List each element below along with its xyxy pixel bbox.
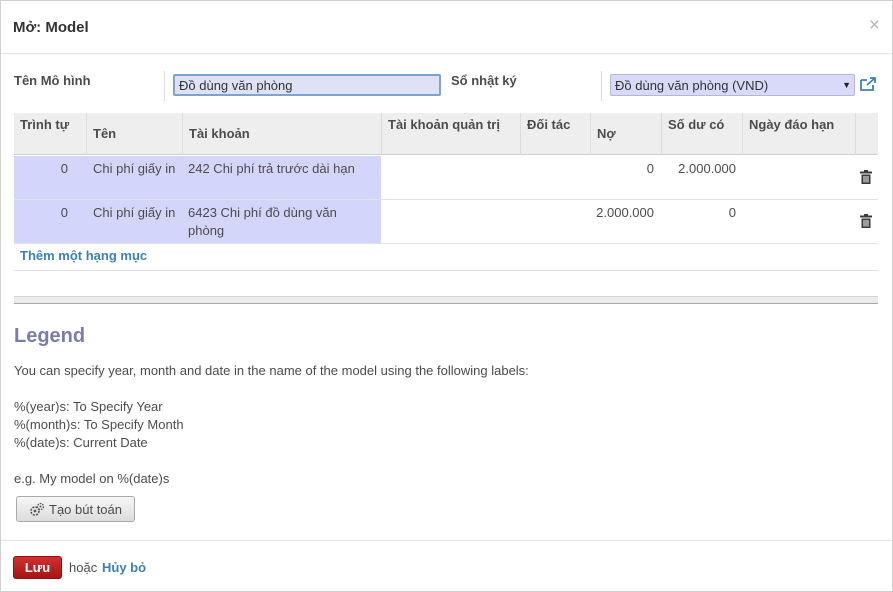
cell-name: Chi phí giấy in [93, 161, 176, 176]
legend-example: e.g. My model on %(date)s [14, 471, 170, 486]
col-header-partner[interactable]: Đối tác [520, 113, 590, 155]
trash-icon[interactable] [860, 214, 872, 228]
table-row[interactable]: 0 Chi phí giấy in 242 Chi phí trả trước … [14, 156, 878, 200]
col-header-account[interactable]: Tài khoản [182, 113, 381, 155]
gears-icon [30, 502, 45, 516]
grid-header: Trình tự Tên Tài khoản Tài khoản quản tr… [14, 113, 878, 155]
legend-intro: You can specify year, month and date in … [14, 363, 529, 378]
col-header-debit[interactable]: Nợ [590, 113, 661, 155]
model-form-row: Tên Mô hình Sổ nhật ký Đồ dùng văn phòng… [14, 71, 878, 101]
journal-label: Sổ nhật ký [451, 73, 517, 88]
external-link-icon[interactable] [859, 76, 877, 92]
save-button[interactable]: Lưu [13, 556, 62, 579]
legend-date: %(date)s: Current Date [14, 435, 148, 450]
legend-month: %(month)s: To Specify Month [14, 417, 184, 432]
divider [14, 270, 878, 271]
cell-name: Chi phí giấy in [93, 205, 176, 220]
cancel-link[interactable]: Hủy bỏ [102, 560, 146, 575]
chevron-down-icon: ▼ [842, 80, 851, 90]
dialog-title: Mở: Model [13, 19, 89, 36]
cell-sequence: 0 [60, 205, 68, 220]
cell-sequence: 0 [60, 161, 68, 176]
cell-debit: 0 [646, 161, 654, 176]
legend-year: %(year)s: To Specify Year [14, 399, 163, 414]
table-row[interactable]: 0 Chi phí giấy in 6423 Chi phí đồ dùng v… [14, 200, 878, 244]
legend-title: Legend [14, 325, 86, 347]
cell-debit: 2.000.000 [596, 205, 654, 220]
model-name-label: Tên Mô hình [14, 73, 91, 88]
create-entries-button[interactable]: Tạo bút toán [16, 496, 135, 522]
journal-select-value: Đồ dùng văn phòng (VND) [615, 78, 769, 93]
create-entries-label: Tạo bút toán [49, 502, 122, 517]
col-header-name[interactable]: Tên [86, 113, 182, 155]
divider [164, 71, 165, 101]
col-header-maturity[interactable]: Ngày đáo hạn [742, 113, 855, 155]
journal-select[interactable]: Đồ dùng văn phòng (VND) ▼ [610, 74, 855, 96]
trash-icon[interactable] [860, 170, 872, 184]
col-header-sequence[interactable]: Trình tự [14, 113, 86, 155]
cell-credit: 2.000.000 [678, 161, 736, 176]
close-icon[interactable]: × [869, 16, 880, 35]
or-text: hoặc [69, 560, 98, 575]
add-line-link[interactable]: Thêm một hạng mục [20, 248, 147, 263]
section-separator [14, 296, 878, 304]
cell-credit: 0 [728, 205, 736, 220]
model-name-input[interactable] [173, 74, 441, 96]
col-header-credit[interactable]: Số dư có [661, 113, 742, 155]
col-header-analytic-account[interactable]: Tài khoản quản trị [381, 113, 520, 155]
model-dialog: Mở: Model × Tên Mô hình Sổ nhật ký Đồ dù… [0, 0, 893, 592]
col-header-actions [855, 113, 878, 155]
dialog-header: Mở: Model × [1, 1, 892, 54]
cell-account: 242 Chi phí trả trước dài hạn [188, 161, 355, 176]
cell-account: 6423 Chi phí đồ dùng văn phòng [188, 205, 337, 238]
footer-divider [1, 540, 892, 541]
divider [601, 71, 602, 101]
